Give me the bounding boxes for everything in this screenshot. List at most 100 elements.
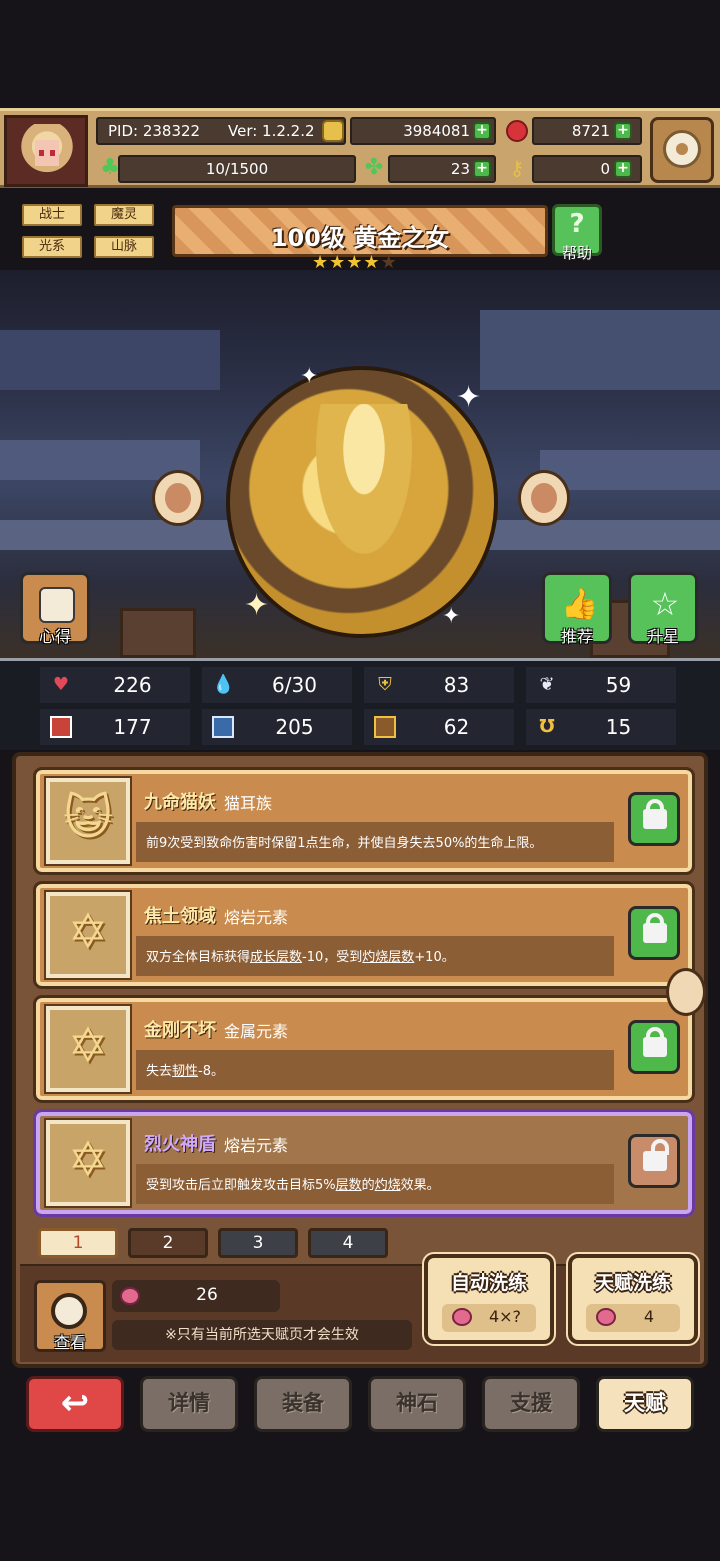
- talent-card[interactable]: ✡ 焦土领域 熔岩元素 双方全体目标获得成长层数-10，受到灼烧层数+10。: [33, 881, 695, 989]
- auto-reroll-cost: 4×?: [442, 1304, 536, 1332]
- stat-value: 205: [275, 715, 314, 739]
- book-icon: [212, 716, 234, 738]
- talent-page-tab-3[interactable]: 3: [218, 1228, 298, 1258]
- lock-toggle[interactable]: [628, 906, 680, 960]
- settings-button[interactable]: [650, 117, 714, 183]
- talent-reroll-cost: 4: [586, 1304, 680, 1332]
- talent-reroll-button[interactable]: 天赋洗练 4: [566, 1252, 700, 1346]
- lock-toggle[interactable]: [628, 792, 680, 846]
- talent-desc-text: 双方全体目标获得: [146, 950, 251, 965]
- sparkle-icon: ✦: [244, 588, 270, 623]
- nav-godstone[interactable]: 神石: [368, 1376, 466, 1432]
- talent-page-tab-1[interactable]: 1: [38, 1228, 118, 1258]
- back-button[interactable]: ↩: [26, 1376, 124, 1432]
- talent-icon: ✡: [44, 1118, 132, 1208]
- next-hero-button[interactable]: [518, 470, 570, 526]
- nav-talent[interactable]: 天赋: [596, 1376, 694, 1432]
- talent-desc-text: 失去: [146, 1064, 173, 1079]
- fruit-icon: [452, 1308, 472, 1326]
- stat-value: 59: [605, 673, 632, 697]
- tag-terrain: 山脉: [94, 236, 154, 258]
- cat-face-icon: 😺: [62, 790, 114, 846]
- stat-defense: ⛨ 83: [364, 667, 514, 703]
- gem-amount: 8721: [571, 122, 610, 140]
- keyword-link[interactable]: 韧性: [172, 1064, 198, 1079]
- heart-icon: ♥: [52, 674, 70, 695]
- thumbs-up-icon: 👍: [561, 587, 599, 622]
- talent-type: 熔岩元素: [224, 908, 289, 927]
- water-drop-icon: 💧: [212, 674, 235, 695]
- talent-page-tab-4[interactable]: 4: [308, 1228, 388, 1258]
- talent-description: 双方全体目标获得成长层数-10，受到灼烧层数+10。: [136, 936, 614, 976]
- nav-equipment[interactable]: 装备: [254, 1376, 352, 1432]
- prev-hero-button[interactable]: [152, 470, 204, 526]
- shield-icon: ⛨: [378, 674, 392, 695]
- talent-desc-text: 效果。: [400, 1178, 440, 1193]
- player-id: PID: 238322: [108, 122, 201, 140]
- view-button[interactable]: 查看: [34, 1280, 106, 1352]
- id-version-bar: PID: 238322 Ver: 1.2.2.2: [96, 117, 346, 145]
- energy-amount: 10/1500: [205, 160, 269, 178]
- key-amount: 0: [600, 160, 610, 178]
- talent-name: 金刚不坏: [144, 1020, 216, 1041]
- talent-reroll-label: 天赋洗练: [594, 1272, 671, 1294]
- talent-desc-text: +10。: [414, 950, 455, 965]
- stat-resist: 62: [364, 709, 514, 745]
- talent-card-selected[interactable]: ✡ 烈火神盾 熔岩元素 受到攻击后立即触发攻击目标5%层数的灼烧效果。: [33, 1109, 695, 1217]
- nav-support[interactable]: 支援: [482, 1376, 580, 1432]
- star-up-button[interactable]: ☆ 升星: [628, 572, 698, 646]
- hexagram-icon: ✡: [67, 1132, 109, 1188]
- stat-speed: ❦ 59: [526, 667, 676, 703]
- talent-desc-text: 前9次受到致命伤害时保留1点生命，并使自身失去50%的生命上限。: [146, 836, 543, 851]
- avatar-eye-right: [50, 150, 55, 156]
- recommend-button[interactable]: 👍 推荐: [542, 572, 612, 646]
- recommend-label: 推荐: [560, 627, 593, 646]
- player-avatar[interactable]: [4, 115, 88, 187]
- keyword-link[interactable]: 灼烧层数: [362, 950, 414, 965]
- sparkle-icon: ✦: [456, 380, 482, 415]
- talent-page-tab-2[interactable]: 2: [128, 1228, 208, 1258]
- stat-value: 83: [443, 673, 470, 697]
- talent-panel: 😺 九命猫妖 猫耳族 前9次受到致命伤害时保留1点生命，并使自身失去50%的生命…: [12, 752, 708, 1368]
- scroll-icon: [374, 716, 396, 738]
- nav-details[interactable]: 详情: [140, 1376, 238, 1432]
- add-gold-button[interactable]: +: [473, 122, 491, 140]
- talent-type: 猫耳族: [224, 794, 273, 813]
- red-gem-icon: [506, 120, 528, 142]
- talent-name: 烈火神盾: [144, 1134, 216, 1155]
- horseshoe-icon: Ʊ: [539, 716, 555, 737]
- keyword-link[interactable]: 层数: [336, 1178, 362, 1193]
- sparkle-icon: ✦: [300, 364, 319, 389]
- star-icon: ☆: [650, 585, 680, 623]
- add-key-button[interactable]: +: [614, 160, 632, 178]
- auto-reroll-label: 自动洗练: [450, 1272, 527, 1294]
- unlock-toggle[interactable]: [628, 1134, 680, 1188]
- tag-class: 战士: [22, 204, 82, 226]
- talent-card[interactable]: ✡ 金刚不坏 金属元素 失去韧性-8。: [33, 995, 695, 1103]
- add-clover-button[interactable]: +: [473, 160, 491, 178]
- keyword-link[interactable]: 灼烧: [375, 1178, 401, 1193]
- cave-rock: [480, 310, 720, 390]
- notes-button[interactable]: 心得: [20, 572, 90, 646]
- keyword-link[interactable]: 成长层数: [250, 950, 302, 965]
- talent-icon: ✡: [44, 890, 132, 980]
- talent-icon: ✡: [44, 1004, 132, 1094]
- talent-card[interactable]: 😺 九命猫妖 猫耳族 前9次受到致命伤害时保留1点生命，并使自身失去50%的生命…: [33, 767, 695, 875]
- hero-title-banner: 100级 黄金之女: [172, 205, 548, 257]
- panel-side-handle[interactable]: [666, 968, 706, 1016]
- lock-toggle[interactable]: [628, 1020, 680, 1074]
- auto-reroll-button[interactable]: 自动洗练 4×?: [422, 1252, 556, 1346]
- cave-rock: [0, 330, 220, 390]
- stat-value: 15: [605, 715, 632, 739]
- magnifier-icon: [51, 1293, 87, 1329]
- stat-mana: 💧 6/30: [202, 667, 352, 703]
- talent-name: 九命猫妖: [144, 792, 216, 813]
- energy-bar: 10/1500: [118, 155, 356, 183]
- add-gem-button[interactable]: +: [614, 122, 632, 140]
- talent-description: 失去韧性-8。: [136, 1050, 614, 1090]
- talent-description: 受到攻击后立即触发攻击目标5%层数的灼烧效果。: [136, 1164, 614, 1204]
- clover-amount: 23: [450, 160, 470, 178]
- game-version: Ver: 1.2.2.2: [228, 122, 315, 140]
- stat-value: 6/30: [272, 673, 317, 697]
- sparkle-icon: ✦: [442, 604, 461, 629]
